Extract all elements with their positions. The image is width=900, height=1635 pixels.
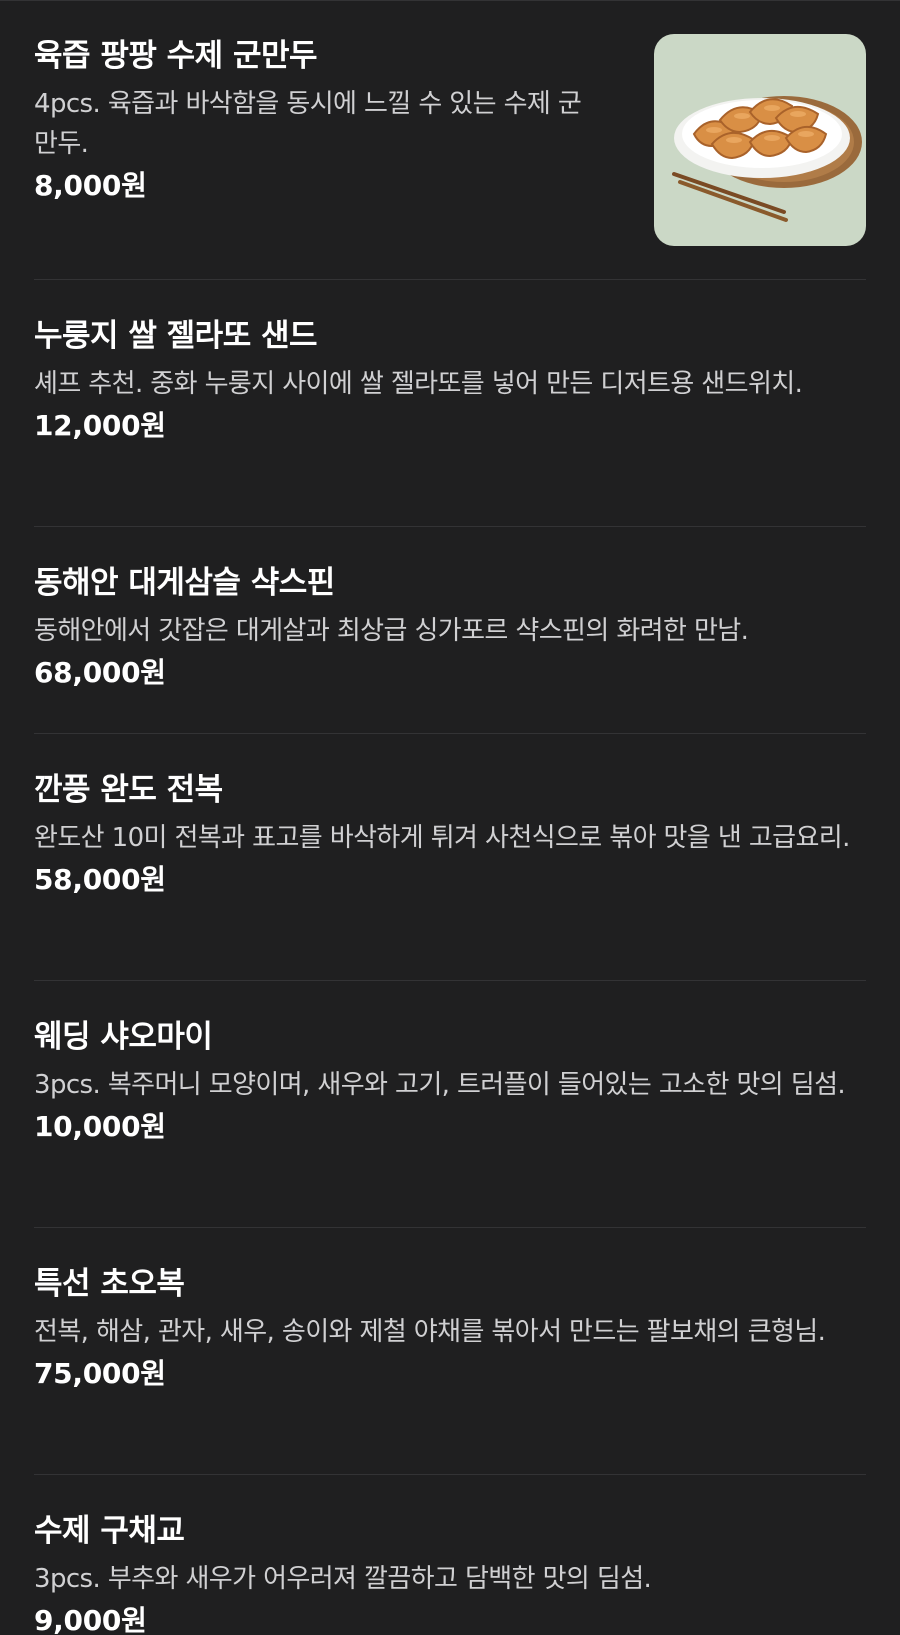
menu-item-price: 75,000원 xyxy=(34,1357,166,1390)
menu-item[interactable]: 육즙 팡팡 수제 군만두 4pcs. 육즙과 바삭함을 동시에 느낄 수 있는 … xyxy=(34,0,866,280)
menu-item-text: 웨딩 샤오마이 3pcs. 복주머니 모양이며, 새우와 고기, 트러플이 들어… xyxy=(34,1015,866,1147)
menu-item[interactable]: 누룽지 쌀 젤라또 샌드 셰프 추천. 중화 누룽지 사이에 쌀 젤라또를 넣어… xyxy=(34,280,866,527)
menu-item[interactable]: 수제 구채교 3pcs. 부추와 새우가 어우러져 깔끔하고 담백한 맛의 딤섬… xyxy=(34,1475,866,1635)
menu-item-text: 누룽지 쌀 젤라또 샌드 셰프 추천. 중화 누룽지 사이에 쌀 젤라또를 넣어… xyxy=(34,314,866,446)
menu-item-photo[interactable] xyxy=(654,34,866,246)
menu-item[interactable]: 깐풍 완도 전복 완도산 10미 전복과 표고를 바삭하게 튀겨 사천식으로 볶… xyxy=(34,734,866,981)
menu-item-name: 특선 초오복 xyxy=(34,1266,185,1302)
menu-item[interactable]: 웨딩 샤오마이 3pcs. 복주머니 모양이며, 새우와 고기, 트러플이 들어… xyxy=(34,981,866,1228)
menu-item-name: 웨딩 샤오마이 xyxy=(34,1019,213,1055)
menu-item-text: 특선 초오복 전복, 해삼, 관자, 새우, 송이와 제철 야채를 볶아서 만드… xyxy=(34,1262,866,1394)
menu-item-price: 10,000원 xyxy=(34,1110,166,1143)
menu-item-price: 68,000원 xyxy=(34,656,166,689)
menu-item-description: 셰프 추천. 중화 누룽지 사이에 쌀 젤라또를 넣어 만든 디저트용 샌드위치… xyxy=(34,369,803,399)
menu-item-name: 누룽지 쌀 젤라또 샌드 xyxy=(34,318,318,354)
menu-item-description: 4pcs. 육즙과 바삭함을 동시에 느낄 수 있는 수제 군만두. xyxy=(34,89,582,159)
menu-item-text: 동해안 대게삼슬 샥스핀 동해안에서 갓잡은 대게살과 최상급 싱가포르 샥스핀… xyxy=(34,561,866,693)
menu-item-name: 육즙 팡팡 수제 군만두 xyxy=(34,38,318,74)
dumpling-photo-image xyxy=(654,34,866,246)
menu-item-description: 전복, 해삼, 관자, 새우, 송이와 제철 야채를 볶아서 만드는 팔보채의 … xyxy=(34,1317,826,1347)
menu-list: 육즙 팡팡 수제 군만두 4pcs. 육즙과 바삭함을 동시에 느낄 수 있는 … xyxy=(34,0,866,1635)
menu-item-name: 동해안 대게삼슬 샥스핀 xyxy=(34,565,335,601)
menu-item-text: 수제 구채교 3pcs. 부추와 새우가 어우러져 깔끔하고 담백한 맛의 딤섬… xyxy=(34,1509,866,1635)
menu-item[interactable]: 동해안 대게삼슬 샥스핀 동해안에서 갓잡은 대게살과 최상급 싱가포르 샥스핀… xyxy=(34,527,866,734)
menu-item-text: 육즙 팡팡 수제 군만두 4pcs. 육즙과 바삭함을 동시에 느낄 수 있는 … xyxy=(34,34,618,206)
menu-item[interactable]: 특선 초오복 전복, 해삼, 관자, 새우, 송이와 제철 야채를 볶아서 만드… xyxy=(34,1228,866,1475)
menu-item-description: 3pcs. 부추와 새우가 어우러져 깔끔하고 담백한 맛의 딤섬. xyxy=(34,1564,652,1594)
menu-item-description: 3pcs. 복주머니 모양이며, 새우와 고기, 트러플이 들어있는 고소한 맛… xyxy=(34,1070,846,1100)
menu-item-description: 동해안에서 갓잡은 대게살과 최상급 싱가포르 샥스핀의 화려한 만남. xyxy=(34,616,749,646)
menu-item-description: 완도산 10미 전복과 표고를 바삭하게 튀겨 사천식으로 볶아 맛을 낸 고급… xyxy=(34,823,850,853)
menu-item-name: 수제 구채교 xyxy=(34,1513,185,1549)
menu-item-price: 58,000원 xyxy=(34,863,166,896)
menu-item-price: 9,000원 xyxy=(34,1604,147,1635)
menu-item-price: 12,000원 xyxy=(34,409,166,442)
menu-item-price: 8,000원 xyxy=(34,169,147,202)
menu-item-text: 깐풍 완도 전복 완도산 10미 전복과 표고를 바삭하게 튀겨 사천식으로 볶… xyxy=(34,768,866,900)
menu-item-name: 깐풍 완도 전복 xyxy=(34,772,223,808)
